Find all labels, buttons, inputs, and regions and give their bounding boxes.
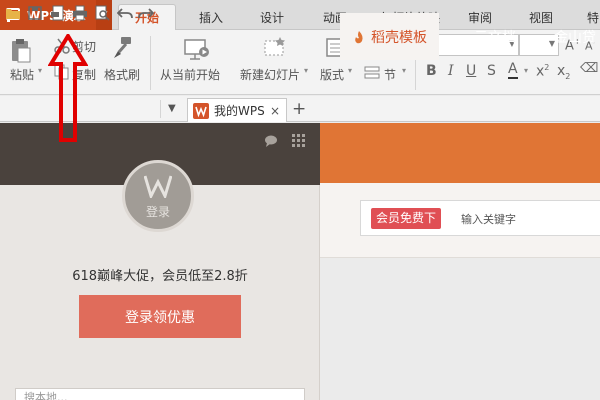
wps-logo-icon bbox=[144, 175, 172, 198]
bold-icon[interactable]: B bbox=[426, 63, 437, 79]
keyword-input[interactable]: 输入关键字 bbox=[461, 211, 516, 227]
grid-menu-icon[interactable] bbox=[292, 134, 306, 148]
wps-tab-icon bbox=[193, 102, 209, 119]
font-size-combo[interactable]: ▼ bbox=[519, 34, 559, 56]
tab-docer-templates[interactable]: 稻壳模板 bbox=[340, 13, 439, 60]
print-icon[interactable] bbox=[72, 5, 88, 21]
subscript-icon[interactable]: x2 bbox=[557, 63, 570, 81]
section-label[interactable]: 节 bbox=[384, 66, 396, 83]
new-tab-button[interactable]: + bbox=[292, 99, 306, 119]
tab-design[interactable]: 设计 bbox=[246, 4, 298, 30]
new-slide-icon[interactable] bbox=[262, 36, 288, 60]
chat-icon[interactable] bbox=[264, 135, 278, 147]
section-dropdown-icon[interactable]: ▾ bbox=[402, 66, 406, 75]
strikethrough-icon[interactable]: S bbox=[487, 63, 496, 79]
superscript-icon[interactable]: x2 bbox=[536, 63, 549, 80]
promo-text: 618巅峰大促，会员低至2.8折 bbox=[72, 269, 248, 284]
new-slide-label[interactable]: 新建幻灯片 bbox=[240, 66, 300, 83]
close-tab-icon[interactable]: × bbox=[270, 104, 280, 118]
section-icon[interactable] bbox=[364, 65, 380, 81]
layout-label[interactable]: 版式 bbox=[320, 66, 344, 83]
print-preview-icon[interactable] bbox=[94, 5, 110, 21]
local-search-input[interactable]: 搜本地... bbox=[15, 388, 305, 400]
tab-kingsoft-loan[interactable]: 金山贷 bbox=[554, 13, 596, 60]
format-painter-icon[interactable] bbox=[112, 36, 134, 60]
qa-dropdown-icon[interactable]: ▼ bbox=[168, 103, 176, 114]
vip-free-badge[interactable]: 会员免费下 bbox=[371, 208, 442, 229]
tab-docer-label: 稻壳模板 bbox=[371, 29, 427, 46]
redo-icon[interactable] bbox=[138, 5, 154, 21]
template-search-box[interactable]: 会员免费下 输入关键字 bbox=[360, 200, 600, 236]
italic-icon[interactable]: I bbox=[448, 63, 454, 79]
tab-insert[interactable]: 插入 bbox=[186, 4, 236, 30]
flame-icon bbox=[355, 30, 363, 43]
right-panel-header bbox=[320, 123, 600, 183]
layout-dropdown-icon[interactable]: ▾ bbox=[348, 66, 352, 75]
doc-tab-label: 我的WPS bbox=[214, 104, 265, 118]
avatar-login-label: 登录 bbox=[145, 205, 170, 219]
red-arrow-annotation bbox=[48, 34, 88, 142]
open-folder-icon[interactable] bbox=[5, 5, 21, 21]
ribbon-divider bbox=[150, 36, 151, 90]
export-pdf-icon[interactable] bbox=[50, 5, 66, 21]
login-offer-button[interactable]: 登录领优惠 bbox=[79, 295, 241, 338]
paste-dropdown-icon[interactable]: ▾ bbox=[38, 66, 42, 75]
underline-icon[interactable]: U bbox=[466, 63, 476, 79]
undo-icon[interactable] bbox=[117, 5, 133, 21]
new-slide-dropdown-icon[interactable]: ▾ bbox=[304, 66, 308, 75]
avatar[interactable]: 登录 bbox=[122, 160, 194, 232]
clear-format-icon[interactable]: ⌫ bbox=[580, 61, 598, 76]
qa-divider bbox=[160, 100, 161, 118]
font-color-icon[interactable]: A bbox=[508, 61, 518, 79]
from-current-label[interactable]: 从当前开始 bbox=[160, 66, 220, 83]
paste-label[interactable]: 粘贴 bbox=[10, 66, 34, 83]
paste-icon[interactable] bbox=[10, 38, 32, 64]
format-painter-label[interactable]: 格式刷 bbox=[104, 66, 140, 83]
doc-tab-mywps[interactable]: 我的WPS × bbox=[187, 98, 287, 122]
font-color-dropdown-icon[interactable]: ▾ bbox=[524, 66, 528, 75]
play-from-current-icon[interactable] bbox=[184, 37, 210, 61]
save-icon[interactable] bbox=[27, 5, 43, 21]
tab-cloud-docs[interactable]: 云文档 bbox=[474, 13, 516, 60]
